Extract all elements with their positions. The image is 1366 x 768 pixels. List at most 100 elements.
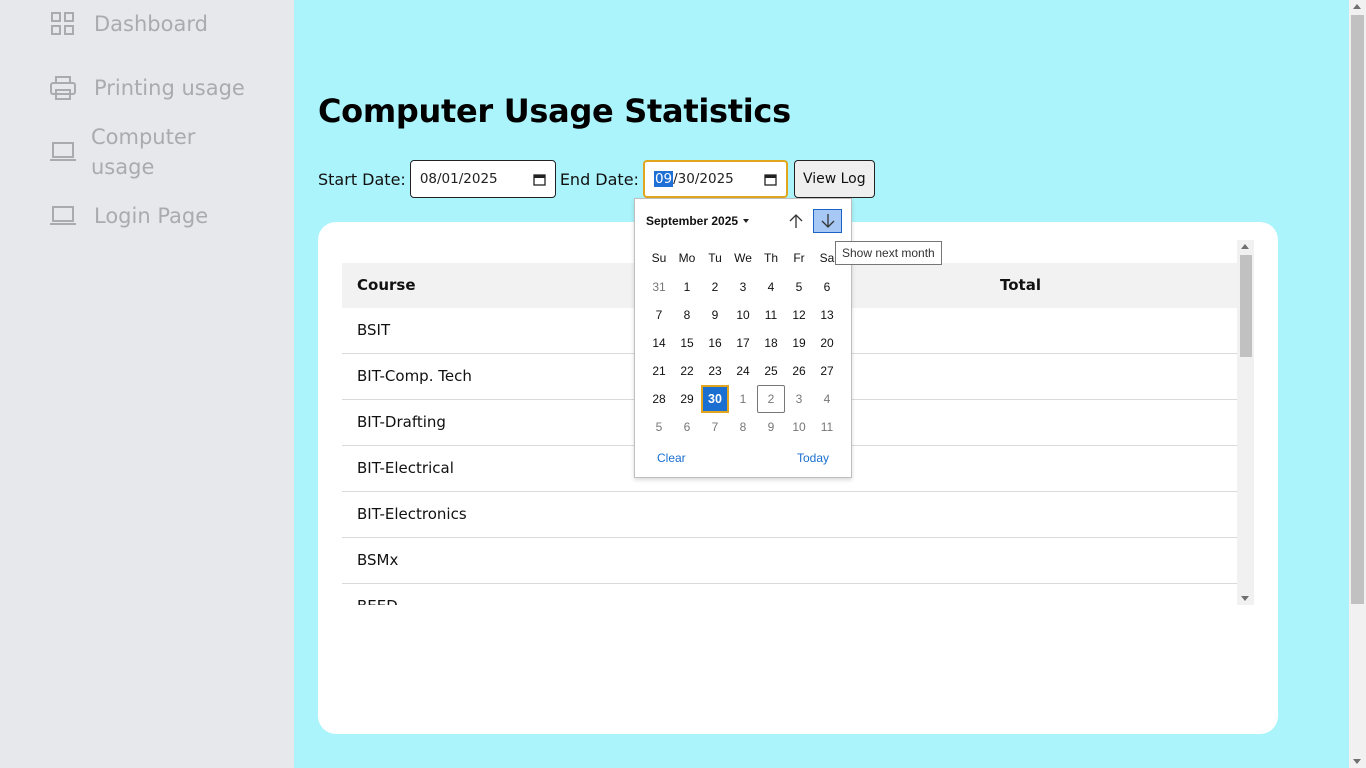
column-header-course: Course xyxy=(357,276,416,294)
printer-icon xyxy=(48,73,78,103)
view-log-button[interactable]: View Log xyxy=(793,160,875,198)
calendar-day[interactable]: 10 xyxy=(729,301,757,329)
calendar-icon[interactable] xyxy=(533,172,547,186)
sidebar-item-printing-usage[interactable]: Printing usage xyxy=(48,73,245,103)
calendar-day[interactable]: 3 xyxy=(785,385,813,413)
weekday-label: Su xyxy=(651,251,667,265)
sidebar-item-computer-usage[interactable]: Computer usage xyxy=(48,122,231,182)
calendar-day[interactable]: 23 xyxy=(701,357,729,385)
scroll-down-arrow-icon[interactable] xyxy=(1241,596,1249,601)
calendar-day[interactable]: 7 xyxy=(701,413,729,441)
calendar-week: 21 22 23 24 25 26 27 xyxy=(645,357,841,385)
weekday-label: Th xyxy=(763,251,778,265)
calendar-day[interactable]: 2 xyxy=(701,273,729,301)
calendar-day[interactable]: 28 xyxy=(645,385,673,413)
clear-button[interactable]: Clear xyxy=(657,451,686,465)
calendar-day[interactable]: 12 xyxy=(785,301,813,329)
scroll-thumb[interactable] xyxy=(1240,255,1252,357)
start-date-input[interactable]: 08/01/2025 xyxy=(409,160,556,198)
calendar-icon[interactable] xyxy=(764,172,778,186)
course-cell: BSIT xyxy=(357,321,391,339)
scroll-down-arrow-icon[interactable] xyxy=(1353,759,1361,764)
calendar-day-today[interactable]: 2 xyxy=(757,385,785,413)
calendar-day[interactable]: 10 xyxy=(785,413,813,441)
calendar-day[interactable]: 24 xyxy=(729,357,757,385)
calendar-grid: 31 1 2 3 4 5 6 7 8 9 10 11 12 13 14 15 1… xyxy=(645,273,841,441)
sidebar-item-label: Computer usage xyxy=(91,125,196,179)
sidebar-item-label: Dashboard xyxy=(94,12,208,36)
end-date-value: 09/30/2025 xyxy=(653,171,734,187)
calendar-day[interactable]: 14 xyxy=(645,329,673,357)
table-row: BSMx xyxy=(342,538,1237,584)
calendar-day-selected[interactable]: 30 xyxy=(701,385,729,413)
calendar-footer: Clear Today xyxy=(657,451,829,465)
calendar-day[interactable]: 11 xyxy=(813,413,841,441)
calendar-day[interactable]: 6 xyxy=(673,413,701,441)
calendar-day[interactable]: 6 xyxy=(813,273,841,301)
course-cell: BIT-Electrical xyxy=(357,459,454,477)
sidebar-item-label: Printing usage xyxy=(94,76,245,100)
calendar-day[interactable]: 1 xyxy=(673,273,701,301)
calendar-week: 14 15 16 17 18 19 20 xyxy=(645,329,841,357)
scroll-up-arrow-icon[interactable] xyxy=(1353,4,1361,9)
table-scrollbar[interactable] xyxy=(1237,240,1254,605)
scroll-thumb[interactable] xyxy=(1351,15,1364,604)
calendar-day[interactable]: 9 xyxy=(757,413,785,441)
calendar-day[interactable]: 11 xyxy=(757,301,785,329)
course-cell: BIT-Comp. Tech xyxy=(357,367,472,385)
course-cell: BIT-Drafting xyxy=(357,413,446,431)
calendar-day[interactable]: 7 xyxy=(645,301,673,329)
calendar-day[interactable]: 25 xyxy=(757,357,785,385)
laptop-icon xyxy=(48,201,78,231)
calendar-day[interactable]: 21 xyxy=(645,357,673,385)
previous-month-button[interactable] xyxy=(785,210,807,232)
calendar-day[interactable]: 4 xyxy=(813,385,841,413)
course-cell: BSMx xyxy=(357,551,399,569)
weekday-label: Fr xyxy=(793,251,805,265)
page-scrollbar[interactable] xyxy=(1349,0,1366,768)
chevron-down-icon xyxy=(743,219,750,223)
calendar-day[interactable]: 18 xyxy=(757,329,785,357)
calendar-day[interactable]: 31 xyxy=(645,273,673,301)
scroll-up-arrow-icon[interactable] xyxy=(1241,244,1249,249)
calendar-day[interactable]: 16 xyxy=(701,329,729,357)
laptop-icon xyxy=(48,137,78,167)
table-row: BEED xyxy=(342,584,1237,605)
calendar-day[interactable]: 9 xyxy=(701,301,729,329)
end-date-month-segment[interactable]: 09 xyxy=(653,171,674,187)
calendar-day[interactable]: 26 xyxy=(785,357,813,385)
sidebar-item-dashboard[interactable]: Dashboard xyxy=(48,9,208,39)
today-button[interactable]: Today xyxy=(797,451,829,465)
month-year-select[interactable]: September 2025 xyxy=(646,214,750,228)
calendar-day[interactable]: 19 xyxy=(785,329,813,357)
sidebar-item-label: Login Page xyxy=(94,204,209,228)
calendar-week: 31 1 2 3 4 5 6 xyxy=(645,273,841,301)
calendar-day[interactable]: 5 xyxy=(785,273,813,301)
sidebar-item-login-page[interactable]: Login Page xyxy=(48,201,208,231)
end-date-label: End Date: xyxy=(559,169,639,189)
calendar-day[interactable]: 15 xyxy=(673,329,701,357)
calendar-day[interactable]: 20 xyxy=(813,329,841,357)
sidebar: Dashboard Printing usage Computer usage … xyxy=(0,0,294,768)
calendar-day[interactable]: 5 xyxy=(645,413,673,441)
calendar-week: 5 6 7 8 9 10 11 xyxy=(645,413,841,441)
column-header-total: Total xyxy=(1000,276,1041,294)
arrow-down-icon xyxy=(821,214,834,228)
calendar-day[interactable]: 13 xyxy=(813,301,841,329)
calendar-day[interactable]: 1 xyxy=(729,385,757,413)
end-date-input[interactable]: 09/30/2025 xyxy=(642,160,788,198)
date-picker-popup: September 2025 Su Mo Tu We Th Fr Sa 31 1… xyxy=(634,198,852,478)
calendar-day[interactable]: 22 xyxy=(673,357,701,385)
next-month-button[interactable] xyxy=(813,209,842,233)
calendar-day[interactable]: 8 xyxy=(673,301,701,329)
calendar-day[interactable]: 17 xyxy=(729,329,757,357)
calendar-day[interactable]: 29 xyxy=(673,385,701,413)
calendar-day[interactable]: 8 xyxy=(729,413,757,441)
start-date-value: 08/01/2025 xyxy=(419,171,498,187)
date-filters: Start Date: 08/01/2025 End Date: 09/30/2… xyxy=(318,160,875,198)
calendar-day[interactable]: 3 xyxy=(729,273,757,301)
calendar-day[interactable]: 4 xyxy=(757,273,785,301)
month-year-label: September 2025 xyxy=(646,214,739,228)
weekday-header: Su Mo Tu We Th Fr Sa xyxy=(645,251,841,265)
calendar-day[interactable]: 27 xyxy=(813,357,841,385)
